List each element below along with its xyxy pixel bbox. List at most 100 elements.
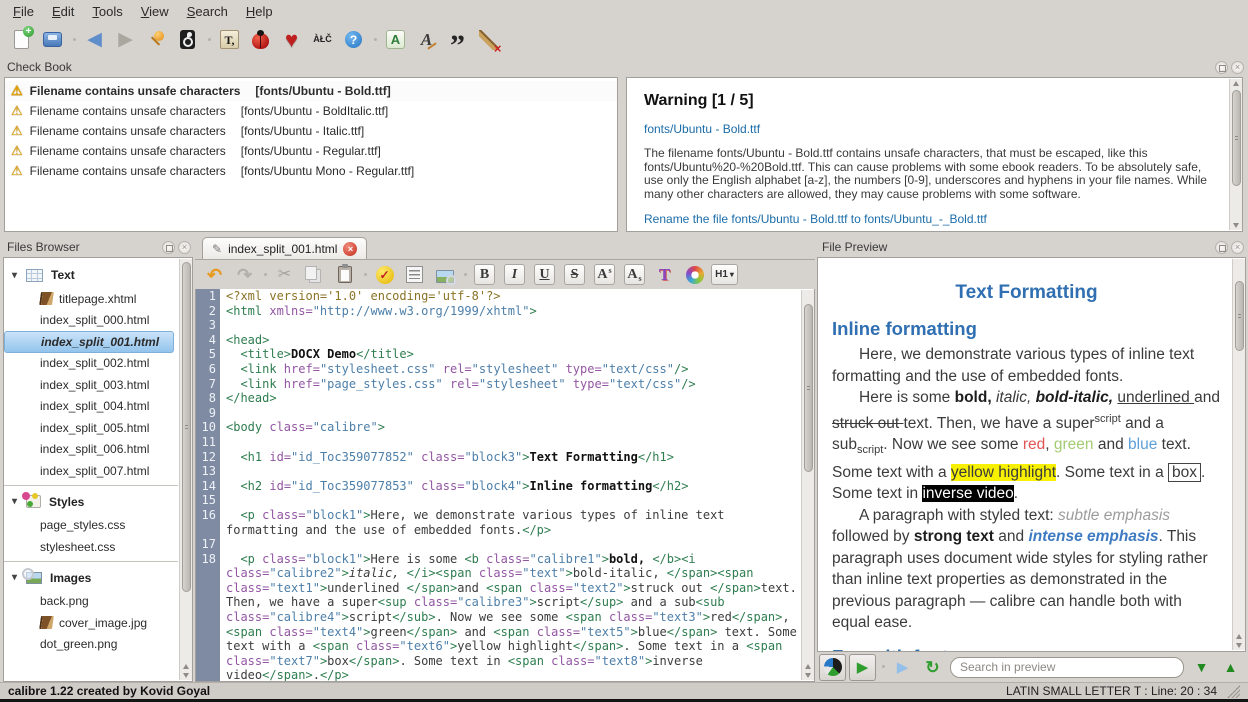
- file-item[interactable]: index_split_001.html: [4, 331, 174, 353]
- resize-grip[interactable]: [1227, 685, 1240, 698]
- check-item[interactable]: ⚠Filename contains unsafe characters[fon…: [5, 161, 617, 181]
- superscript-button[interactable]: A: [591, 261, 618, 288]
- close-panel-icon[interactable]: ×: [1231, 241, 1244, 254]
- scrollbar[interactable]: [179, 259, 192, 680]
- warning-action-link[interactable]: Rename the file fonts/Ubuntu - Bold.ttf …: [644, 212, 1216, 226]
- tab-index-split-001[interactable]: ✎ index_split_001.html ×: [202, 237, 367, 259]
- check-item[interactable]: ⚠Filename contains unsafe characters[fon…: [5, 141, 617, 161]
- pin-button[interactable]: [143, 26, 170, 53]
- menu-file[interactable]: File: [4, 2, 43, 21]
- menu-view[interactable]: View: [132, 2, 178, 21]
- scroll-down-icon[interactable]: [802, 671, 814, 680]
- float-panel-icon[interactable]: [1215, 241, 1228, 254]
- manage-fonts-button[interactable]: T,: [216, 26, 243, 53]
- sync-to-editor-button[interactable]: ▶: [889, 654, 916, 681]
- warning-file-link[interactable]: fonts/Ubuntu - Bold.ttf: [644, 122, 1216, 136]
- file-item[interactable]: index_split_007.html: [4, 460, 178, 482]
- close-panel-icon[interactable]: ×: [178, 241, 191, 254]
- file-item[interactable]: index_split_006.html: [4, 439, 178, 461]
- copy-button[interactable]: [301, 261, 328, 288]
- code-editor[interactable]: 1<?xml version='1.0' encoding='utf-8'?>2…: [195, 289, 815, 682]
- cut-button[interactable]: ✂: [271, 261, 298, 288]
- float-panel-icon[interactable]: [1215, 61, 1228, 74]
- scrollbar[interactable]: [1232, 259, 1245, 650]
- file-item[interactable]: index_split_002.html: [4, 353, 178, 375]
- file-manager-button[interactable]: [174, 26, 201, 53]
- redo-button[interactable]: ↷: [231, 261, 258, 288]
- file-item[interactable]: index_split_003.html: [4, 374, 178, 396]
- reload-button[interactable]: ↻: [919, 654, 946, 681]
- help-button[interactable]: ?: [340, 26, 367, 53]
- search-input[interactable]: [950, 657, 1184, 678]
- file-item[interactable]: page_styles.css: [4, 515, 178, 537]
- scroll-up-icon[interactable]: [180, 662, 192, 671]
- check-list[interactable]: ⚠Filename contains unsafe characters[fon…: [4, 77, 618, 232]
- file-item[interactable]: dot_green.png: [4, 634, 178, 656]
- book-icon: [39, 616, 54, 629]
- auto-update-button[interactable]: ▶: [849, 654, 876, 681]
- warning-icon: ⚠: [11, 143, 23, 159]
- underline-button[interactable]: U: [531, 261, 558, 288]
- undo-button[interactable]: ↶: [201, 261, 228, 288]
- insert-image-button[interactable]: [431, 261, 458, 288]
- arrange-into-folders-button[interactable]: A: [382, 26, 409, 53]
- close-panel-icon[interactable]: ×: [1231, 61, 1244, 74]
- background-color-button[interactable]: [681, 261, 708, 288]
- tab-close-icon[interactable]: ×: [343, 242, 357, 256]
- scrollbar-thumb[interactable]: [182, 262, 191, 592]
- donate-button[interactable]: ♥: [278, 26, 305, 53]
- scroll-up-icon[interactable]: [1230, 79, 1242, 88]
- scroll-up-icon[interactable]: [1233, 632, 1245, 641]
- check-item[interactable]: ⚠Filename contains unsafe characters[fon…: [5, 121, 617, 141]
- go-forward-button[interactable]: ▶: [112, 26, 139, 53]
- check-item[interactable]: ⚠Filename contains unsafe characters[fon…: [5, 101, 617, 121]
- file-item[interactable]: cover_image.jpg: [4, 612, 178, 634]
- preview-content[interactable]: Text FormattingInline formattingHere, we…: [818, 258, 1231, 651]
- text-color-button[interactable]: T: [651, 261, 678, 288]
- heading-style-button[interactable]: H1: [711, 261, 738, 288]
- subscript-button[interactable]: A: [621, 261, 648, 288]
- scrollbar[interactable]: [1229, 79, 1242, 230]
- refresh-preview-button[interactable]: [819, 654, 846, 681]
- paste-button[interactable]: [331, 261, 358, 288]
- find-next-button[interactable]: ▼: [1188, 654, 1215, 681]
- section-styles[interactable]: ▾Styles: [4, 489, 178, 515]
- menu-edit[interactable]: Edit: [43, 2, 83, 21]
- section-text[interactable]: ▾Text: [4, 262, 178, 288]
- menu-tools[interactable]: Tools: [83, 2, 131, 21]
- file-item[interactable]: index_split_005.html: [4, 417, 178, 439]
- remove-unused-css-button[interactable]: [475, 26, 502, 53]
- italic-button[interactable]: I: [501, 261, 528, 288]
- scrollbar-thumb[interactable]: [1232, 90, 1241, 186]
- file-item[interactable]: stylesheet.css: [4, 536, 178, 558]
- check-book-button[interactable]: [247, 26, 274, 53]
- menu-help[interactable]: Help: [237, 2, 282, 21]
- strikethrough-button[interactable]: S: [561, 261, 588, 288]
- new-file-button[interactable]: [8, 26, 35, 53]
- file-item[interactable]: index_split_000.html: [4, 310, 178, 332]
- check-spelling-button[interactable]: A: [413, 26, 440, 53]
- fix-html-button[interactable]: ✓: [371, 261, 398, 288]
- scroll-down-icon[interactable]: [180, 671, 192, 680]
- file-item[interactable]: back.png: [4, 591, 178, 613]
- save-button[interactable]: [39, 26, 66, 53]
- scrollbar[interactable]: [801, 290, 814, 680]
- go-back-button[interactable]: ◀: [81, 26, 108, 53]
- pretty-print-button[interactable]: [401, 261, 428, 288]
- special-characters-button[interactable]: ÀŁČ: [309, 26, 336, 53]
- check-item[interactable]: ⚠Filename contains unsafe characters[fon…: [5, 81, 617, 101]
- scroll-down-icon[interactable]: [1230, 221, 1242, 230]
- scrollbar-thumb[interactable]: [1235, 281, 1244, 351]
- section-images[interactable]: ▾Images: [4, 565, 178, 591]
- smarten-punctuation-button[interactable]: ”: [444, 26, 471, 53]
- scroll-up-icon[interactable]: [802, 662, 814, 671]
- float-panel-icon[interactable]: [162, 241, 175, 254]
- scroll-down-icon[interactable]: [1233, 641, 1245, 650]
- file-item[interactable]: titlepage.xhtml: [4, 288, 178, 310]
- scrollbar-thumb[interactable]: [804, 304, 813, 472]
- menu-search[interactable]: Search: [178, 2, 237, 21]
- bold-button[interactable]: B: [471, 261, 498, 288]
- preview-heading: Text Formatting: [832, 282, 1221, 304]
- file-item[interactable]: index_split_004.html: [4, 396, 178, 418]
- find-previous-button[interactable]: ▲: [1217, 654, 1244, 681]
